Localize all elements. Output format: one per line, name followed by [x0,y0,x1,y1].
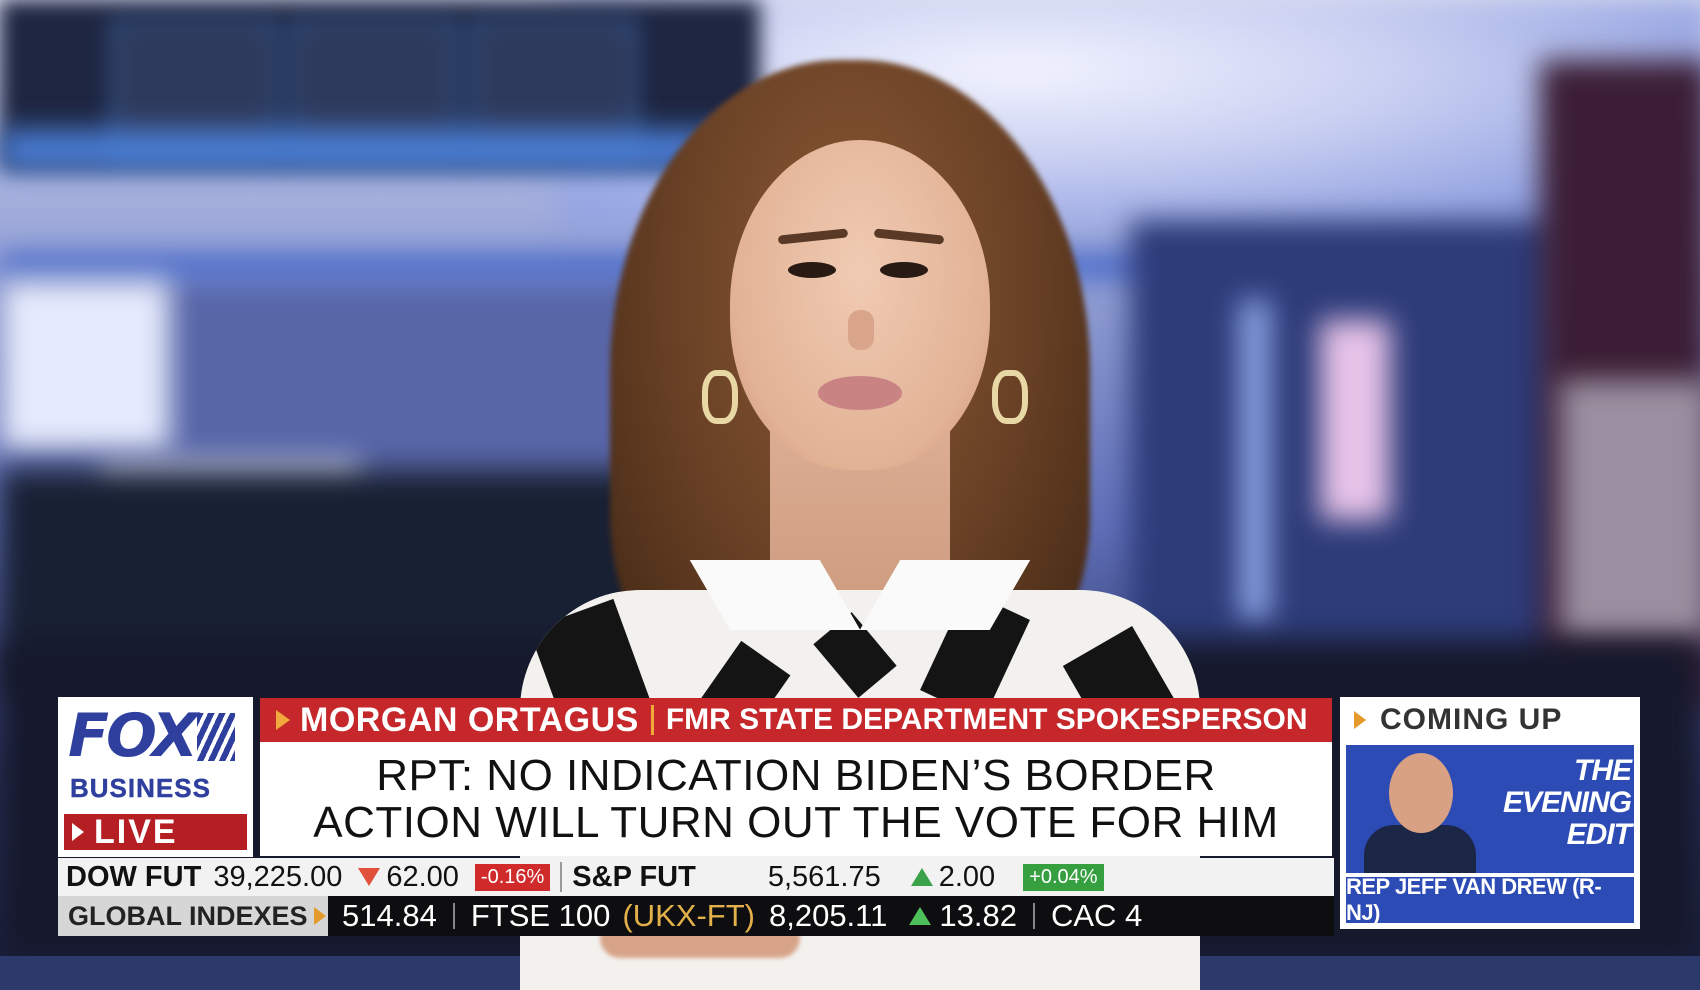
logo-stripes-icon [197,713,236,761]
sp-label: S&P FUT [572,860,696,893]
ticker-divider [452,903,455,929]
sp-value: 5,561.75 [767,860,881,893]
ftse-code: (UKX-FT) [622,898,755,933]
presenter-collar [689,560,1031,650]
ftse-label: FTSE 100 [470,898,611,933]
global-indexes-label: GLOBAL INDEXES [58,896,328,936]
market-ticker-global: GLOBAL INDEXES 514.84 FTSE 100 (UKX-FT) … [58,896,1334,936]
dow-change: 62.00 [386,860,459,893]
market-ticker-futures: DOW FUT 39,225.00 62.00 -0.16% S&P FUT 5… [58,858,1334,896]
next-index-label: CAC 4 [1050,898,1143,933]
name-separator [650,705,654,735]
logo-wordmark: FOX [68,701,198,771]
coming-up-guest: REP JEFF VAN DREW (R-NJ) [1346,874,1634,925]
logo-subtitle: BUSINESS [70,773,211,803]
guest-photo [1364,749,1476,873]
studio-video-wall-2 [1560,380,1700,640]
play-arrow-icon [1354,711,1366,729]
name-bar: MORGAN ORTAGUS FMR STATE DEPARTMENT SPOK… [260,698,1332,742]
presenter-face [730,140,990,470]
show-logo: THE EVENING EDIT [1486,754,1632,851]
headline: RPT: NO INDICATION BIDEN’S BORDER ACTION… [260,742,1332,856]
play-arrow-icon [313,907,326,925]
ticker-divider [1032,903,1035,929]
live-label: LIVE [94,813,178,851]
coming-up-header: COMING UP [1340,697,1640,743]
network-logo: FOX BUSINESS LIVE [58,697,253,857]
play-arrow-icon [72,823,84,841]
headline-line-1: RPT: NO INDICATION BIDEN’S BORDER [376,751,1216,800]
up-arrow-icon [909,907,932,925]
studio-pillar-light [1240,300,1270,620]
up-arrow-icon [910,868,933,886]
coming-up-promo: THE EVENING EDIT [1346,745,1634,873]
guest-title: FMR STATE DEPARTMENT SPOKESPERSON [665,703,1308,736]
earring-right [992,370,1028,424]
dow-label: DOW FUT [66,860,202,893]
sp-change: 2.00 [938,860,996,893]
play-arrow-icon [276,710,290,730]
ftse-change: 13.82 [939,898,1017,933]
live-badge: LIVE [64,814,247,850]
headline-line-2: ACTION WILL TURN OUT THE VOTE FOR HIM [313,798,1279,847]
show-logo-line-1: THE [1574,754,1632,787]
presenter-lips [818,376,902,410]
prev-index-value: 514.84 [342,898,437,933]
global-indexes-text: GLOBAL INDEXES [68,900,308,931]
dow-pct-badge: -0.16% [474,863,551,891]
studio-monitor [0,280,170,450]
show-logo-line-2: EVENING [1502,786,1632,819]
coming-up-panel: COMING UP THE EVENING EDIT REP JEFF VAN … [1340,697,1640,929]
earring-left [702,370,738,424]
ticker-divider [560,862,563,892]
show-logo-line-3: EDIT [1566,818,1632,851]
guest-name: MORGAN ORTAGUS [300,700,639,739]
sp-pct-badge: +0.04% [1023,863,1104,891]
coming-up-label: COMING UP [1380,703,1563,736]
down-arrow-icon [358,868,381,886]
dow-value: 39,225.00 [213,860,343,893]
ftse-value: 8,205.11 [768,898,888,933]
studio-pink-panel [1320,320,1390,520]
